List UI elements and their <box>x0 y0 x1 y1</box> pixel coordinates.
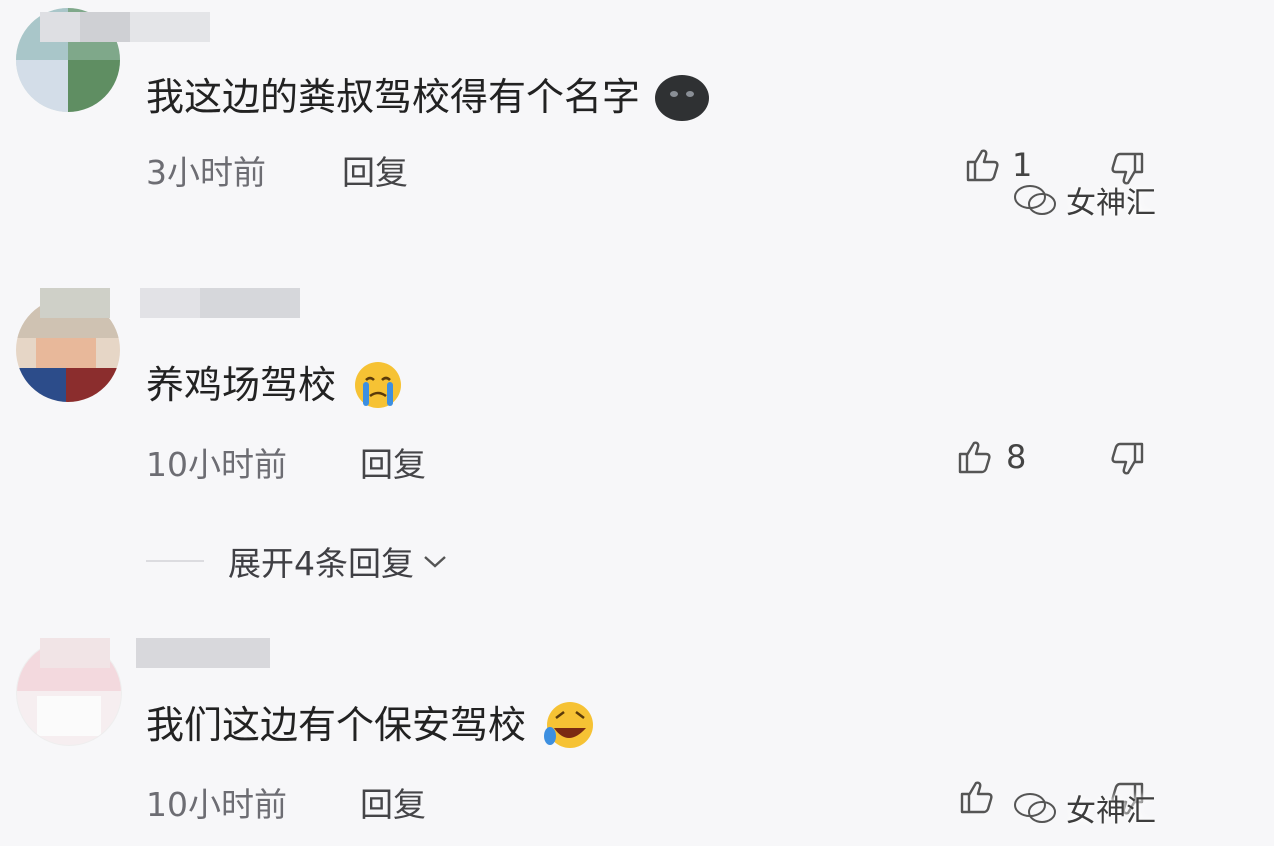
comment-text-content: 我们这边有个保安驾校 <box>146 703 527 747</box>
reply-button[interactable]: 回复 <box>342 146 408 194</box>
comment-meta: 10小时前 回复 <box>146 778 426 826</box>
like-count: 8 <box>1006 438 1027 476</box>
comment-text: 我们这边有个保安驾校 <box>146 700 596 750</box>
wechat-icon <box>1014 793 1056 823</box>
comment-item: 我这边的粪叔驾校得有个名字 3小时前 回复 1 女神汇 <box>0 0 1274 240</box>
reply-button[interactable]: 回复 <box>360 438 426 486</box>
comment-time: 10小时前 <box>146 785 287 824</box>
comment-text-content: 养鸡场驾校 <box>146 363 337 407</box>
username-blurred[interactable] <box>40 638 270 668</box>
divider <box>146 560 204 562</box>
watermark-text: 女神汇 <box>1066 186 1156 221</box>
comment-time: 3小时前 <box>146 153 266 192</box>
watermark: 女神汇 <box>1012 786 1156 830</box>
comment-text: 我这边的粪叔驾校得有个名字 <box>146 72 710 122</box>
username-blurred[interactable] <box>40 288 300 318</box>
thumbs-up-icon[interactable] <box>958 778 996 816</box>
comment-meta: 10小时前 回复 <box>146 438 426 486</box>
comment-item: 我们这边有个保安驾校 10小时前 回复 女神汇 <box>0 630 1274 846</box>
reply-button[interactable]: 回复 <box>360 778 426 826</box>
rolling-laughing-emoji-icon <box>544 702 594 748</box>
watermark-text: 女神汇 <box>1066 794 1156 829</box>
watermark: 女神汇 <box>1012 178 1156 222</box>
comment-meta: 3小时前 回复 <box>146 146 408 194</box>
expand-replies-button[interactable]: 展开4条回复 <box>146 537 450 585</box>
thumbs-up-icon[interactable] <box>956 438 994 476</box>
chevron-down-icon <box>424 556 446 568</box>
thumbs-down-icon[interactable] <box>1108 440 1146 478</box>
expand-replies-label: 展开4条回复 <box>228 544 414 583</box>
comment-item: 养鸡场驾校 10小时前 回复 8 <box>0 280 1274 520</box>
crying-face-emoji-icon <box>355 362 402 408</box>
comment-text: 养鸡场驾校 <box>146 360 406 410</box>
comment-time: 10小时前 <box>146 445 287 484</box>
thumbs-up-icon[interactable] <box>964 146 1002 184</box>
wechat-icon <box>1014 185 1056 215</box>
dark-face-emoji-icon <box>655 75 710 121</box>
username-blurred[interactable] <box>40 12 210 42</box>
comment-text-content: 我这边的粪叔驾校得有个名字 <box>146 75 641 119</box>
